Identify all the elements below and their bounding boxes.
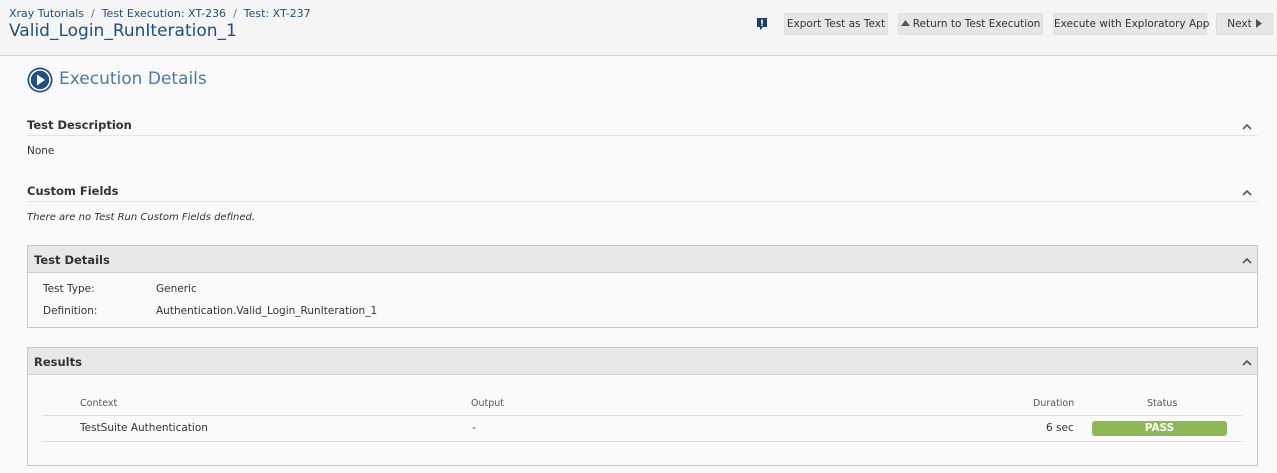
chevron-up-icon[interactable] — [1242, 123, 1252, 130]
test-type-value: Generic — [156, 283, 197, 295]
section-divider — [27, 135, 1258, 136]
breadcrumb-separator: / — [233, 7, 237, 20]
definition-label: Definition: — [43, 305, 98, 317]
chevron-up-icon[interactable] — [1242, 189, 1252, 196]
result-context: TestSuite Authentication — [80, 422, 208, 434]
custom-fields-title: Custom Fields — [27, 184, 119, 198]
triangle-up-icon — [900, 20, 910, 26]
execute-with-exploratory-app-button[interactable]: Execute with Exploratory App — [1053, 13, 1210, 35]
definition-value: Authentication.Valid_Login_RunIteration_… — [156, 305, 378, 317]
export-test-as-text-button[interactable]: Export Test as Text — [784, 13, 888, 35]
test-type-label: Test Type: — [43, 283, 95, 295]
test-details-title: Test Details — [34, 253, 110, 267]
export-button-label: Export Test as Text — [786, 18, 886, 30]
next-button-label: Next — [1227, 18, 1252, 30]
chevron-up-icon[interactable] — [1242, 257, 1252, 264]
table-header-divider — [43, 415, 1243, 416]
triangle-right-icon — [1255, 19, 1262, 28]
results-title: Results — [34, 355, 82, 369]
result-duration: 6 sec — [1046, 422, 1074, 434]
column-header-output[interactable]: Output — [471, 398, 504, 409]
return-button-label: Return to Test Execution — [912, 18, 1041, 30]
play-circle-icon — [27, 67, 53, 93]
return-to-test-execution-button[interactable]: Return to Test Execution — [898, 13, 1043, 35]
breadcrumb-test-execution-link[interactable]: Test Execution: XT-236 — [102, 7, 226, 20]
page-header: Xray Tutorials / Test Execution: XT-236 / Te… — [0, 0, 1277, 56]
test-description-title: Test Description — [27, 118, 132, 132]
test-details-panel: Test Details Test Type: Generic Definiti… — [27, 245, 1258, 328]
custom-fields-empty-message: There are no Test Run Custom Fields defi… — [27, 212, 256, 223]
exploratory-button-label: Execute with Exploratory App — [1054, 18, 1210, 30]
results-panel: Results Context Output Duration Status T… — [27, 347, 1258, 466]
next-button[interactable]: Next — [1216, 13, 1273, 35]
execution-details-title: Execution Details — [59, 69, 207, 89]
status-badge: PASS — [1092, 421, 1227, 436]
feedback-icon[interactable] — [756, 17, 768, 31]
breadcrumb-project-link[interactable]: Xray Tutorials — [9, 7, 84, 20]
test-details-header[interactable]: Test Details — [28, 246, 1257, 273]
chevron-up-icon[interactable] — [1242, 359, 1252, 366]
table-row-divider — [43, 441, 1243, 442]
page-title: Valid_Login_RunIteration_1 — [9, 21, 237, 41]
breadcrumb-test-link[interactable]: Test: XT-237 — [244, 7, 311, 20]
breadcrumb-separator: / — [90, 7, 95, 20]
column-header-status[interactable]: Status — [1147, 398, 1177, 409]
breadcrumb: Xray Tutorials / Test Execution: XT-236 / Te… — [9, 7, 311, 20]
main-content: Execution Details Test Description None … — [0, 57, 1277, 473]
test-description-value: None — [27, 145, 55, 157]
column-header-duration[interactable]: Duration — [1033, 398, 1074, 409]
column-header-context[interactable]: Context — [80, 398, 117, 409]
result-output: - — [472, 422, 476, 434]
results-header[interactable]: Results — [28, 348, 1257, 375]
section-divider — [27, 201, 1258, 202]
